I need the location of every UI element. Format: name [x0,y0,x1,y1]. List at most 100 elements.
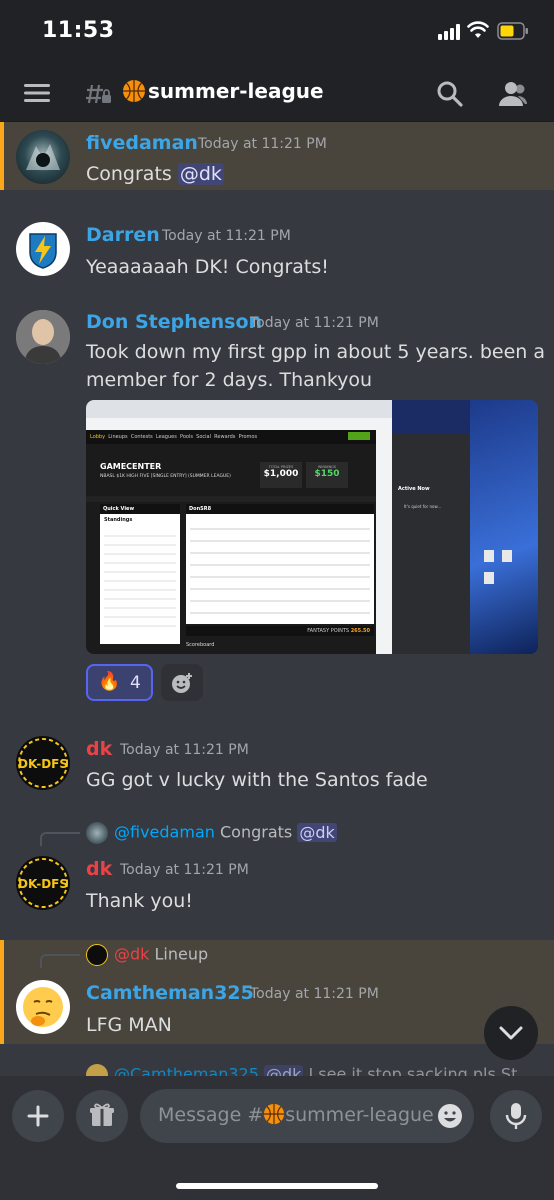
plus-icon [27,1105,49,1127]
reply-connector [40,954,80,968]
members-icon[interactable] [498,80,528,108]
reply-avatar [86,822,108,844]
message-dk-reply[interactable]: @fivedaman Congrats @dk DK-DFS dk Today … [0,818,554,928]
basketball-emoji-icon [264,1103,285,1125]
reply-text: Congrats [219,822,298,842]
dk-nav-item: Social [196,434,211,440]
standings-title: Standings [104,517,133,523]
message-text: Thank you! [86,890,193,912]
avatar[interactable] [16,310,70,364]
placeholder-prefix: Message # [158,1104,264,1126]
reaction-count: 4 [130,673,141,693]
message-author[interactable]: Darren [86,224,160,246]
reply-preview[interactable]: @dk Lineup [86,944,208,966]
total-prizes-box: TOTAL PRIZES $1,000 [260,462,302,488]
dk-nav-item: Contests [130,434,153,440]
search-icon[interactable] [436,80,464,108]
avatar-image [26,144,60,170]
message-text: Yeaaaaaah DK! Congrats! [86,256,329,278]
lineup-panel: DonSR8 [186,504,374,624]
reply-author[interactable]: @dk [114,945,149,964]
dk-nav-item: Pools [180,434,193,440]
avatar-photo [16,310,70,364]
status-bar: 11:53 [0,0,554,64]
avatar-logo: DK-DFS [18,858,68,908]
message-timestamp: Today at 11:21 PM [120,742,249,758]
image-attachment[interactable]: Lobby Lineups Contests Leagues Pools Soc… [86,400,538,654]
dk-nav-item: Rewards [214,434,236,440]
gift-button[interactable] [76,1090,128,1142]
dk-nav-item: Promos [238,434,258,440]
wifi-icon [467,21,489,38]
winnings-value: $150 [314,469,340,479]
avatar[interactable] [16,222,70,276]
browser-window: Lobby Lineups Contests Leagues Pools Soc… [86,400,392,654]
channel-name[interactable]: summer-league [148,79,324,103]
message-timestamp: Today at 11:21 PM [250,986,379,1002]
message-darren[interactable]: Darren Today at 11:21 PM Yeaaaaaah DK! C… [0,212,554,292]
message-author[interactable]: fivedaman [86,132,198,154]
message-author[interactable]: dk [86,858,112,880]
attach-button[interactable] [12,1090,64,1142]
message-input[interactable]: Message # summer-league [140,1089,474,1143]
lineup-user: DonSR8 [186,504,374,514]
standings-rows [104,528,176,628]
avatar[interactable] [16,130,70,184]
message-composer: Message # summer-league [0,1076,554,1200]
reply-text: Lineup [154,944,209,964]
browser-tabbar [86,400,392,418]
dk-nav: Lobby Lineups Contests Leagues Pools Soc… [86,430,376,444]
active-now-title: Active Now [398,486,430,492]
active-now-text: It's quiet for now... [404,504,442,509]
avatar[interactable]: DK-DFS [16,856,70,910]
desktop-wallpaper [470,400,538,654]
avatar[interactable]: DK-DFS [16,736,70,790]
scoreboard-label: Scoreboard [186,642,215,648]
message-text-content: Congrats [86,163,178,185]
message-camtheman325[interactable]: @dk Lineup Camtheman325 Today at 11:21 P… [0,940,554,1044]
fantasy-points-row: FANTASY POINTS 265.50 [186,626,374,636]
winnings-box: WINNINGS $150 [306,462,348,488]
reply-mention: @dk [297,822,337,842]
chevron-down-icon [499,1026,523,1040]
reply-connector [40,832,80,846]
fantasy-points-label: FANTASY POINTS [307,628,350,634]
channel-header: summer-league [0,64,554,122]
user-mention[interactable]: @dk [177,163,224,185]
message-author[interactable]: dk [86,738,112,760]
message-timestamp: Today at 11:21 PM [198,136,327,152]
desktop-file-icon [484,550,494,562]
reply-preview[interactable]: @fivedaman Congrats @dk [86,822,337,844]
reply-avatar [86,944,108,966]
reply-author[interactable]: @fivedaman [114,823,215,842]
hamburger-menu-icon[interactable] [24,82,50,104]
discord-active-now: Active Now It's quiet for now... [392,434,470,654]
thinking-face-emoji-icon [23,987,63,1027]
message-dk[interactable]: DK-DFS dk Today at 11:21 PM GG got v luc… [0,726,554,806]
message-text: Congrats @dk [86,160,224,188]
message-author[interactable]: Camtheman325 [86,982,254,1004]
chargers-logo-icon [29,233,57,269]
reaction-fire[interactable]: 🔥 4 [86,664,153,701]
message-text-line-2: member for 2 days. Thankyou [86,369,373,391]
desktop-file-icon [502,550,512,562]
add-reaction-icon [172,673,192,693]
dk-nav-item: Lineups [108,434,128,440]
avatar-logo-text: DK-DFS [18,877,68,891]
message-input-placeholder: Message # summer-league [158,1103,434,1126]
add-reaction-button[interactable] [161,664,203,701]
message-fivedaman[interactable]: fivedaman Today at 11:21 PM Congrats @dk [0,122,554,190]
voice-message-button[interactable] [490,1090,542,1142]
message-text: GG got v lucky with the Santos fade [86,769,428,791]
message-author[interactable]: Don Stephenson [86,311,262,333]
avatar[interactable] [16,980,70,1034]
avatar-logo-text: DK-DFS [18,757,68,771]
fantasy-points-value: 265.50 [350,628,370,634]
message-text: LFG MAN [86,1014,172,1036]
microphone-icon [505,1103,527,1129]
total-prizes-value: $1,000 [263,469,299,479]
contest-name: NBASL $1K HIGH FIVE [SINGLE ENTRY] (SUMM… [100,474,231,479]
emoji-picker-icon[interactable] [436,1102,464,1130]
jump-to-present-button[interactable] [484,1006,538,1060]
cellular-signal-icon [438,24,460,40]
